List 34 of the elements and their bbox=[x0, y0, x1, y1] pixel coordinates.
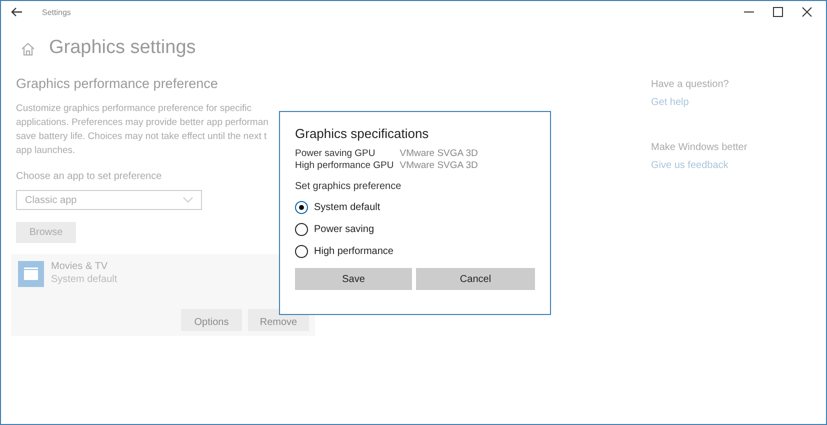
description-text: save battery life. Choices may not take effect until the next t bbox=[16, 130, 267, 144]
radio-button[interactable] bbox=[295, 223, 308, 236]
options-button[interactable]: Options bbox=[181, 309, 242, 331]
radio-option[interactable]: Power saving bbox=[295, 223, 535, 236]
spec-label: Power saving GPU bbox=[295, 148, 376, 160]
spec-label: High performance GPU bbox=[295, 160, 394, 172]
close-icon[interactable] bbox=[802, 7, 812, 17]
field-label: Choose an app to set preference bbox=[16, 171, 163, 182]
spec-value: VMware SVGA 3D bbox=[400, 160, 479, 172]
app-preference: System default bbox=[51, 274, 118, 285]
window-title: Settings bbox=[42, 8, 71, 16]
radio-option[interactable]: System default bbox=[295, 201, 535, 214]
help-link[interactable]: Give us feedback bbox=[651, 160, 748, 171]
cancel-button[interactable]: Cancel bbox=[416, 268, 535, 290]
spec-value: VMware SVGA 3D bbox=[400, 148, 479, 160]
app-card[interactable]: Movies & TV System default Options Remove bbox=[11, 254, 315, 336]
browse-button[interactable]: Browse bbox=[16, 222, 76, 243]
radio-button[interactable] bbox=[295, 245, 308, 258]
help-link[interactable]: Get help bbox=[651, 97, 748, 108]
radio-button[interactable] bbox=[295, 201, 308, 214]
description-text: applications. Preferences may provide better app performan bbox=[16, 116, 268, 130]
description-text: app launches. bbox=[16, 144, 76, 158]
sidebar-heading: Make Windows better bbox=[651, 142, 748, 153]
page-title: Graphics settings bbox=[49, 37, 196, 59]
app-type-dropdown[interactable]: Classic app bbox=[16, 190, 202, 210]
back-icon[interactable] bbox=[11, 7, 23, 17]
group-label: Set graphics preference bbox=[295, 181, 402, 192]
description-text: Customize graphics performance preference for specific bbox=[16, 102, 252, 116]
save-button[interactable]: Save bbox=[295, 268, 412, 290]
dialog-title: Graphics specifications bbox=[295, 126, 430, 141]
section-title: Graphics performance preference bbox=[16, 76, 219, 91]
maximize-icon[interactable] bbox=[773, 7, 783, 17]
app-name: Movies & TV bbox=[51, 261, 108, 272]
sidebar-heading: Have a question? bbox=[651, 79, 730, 90]
